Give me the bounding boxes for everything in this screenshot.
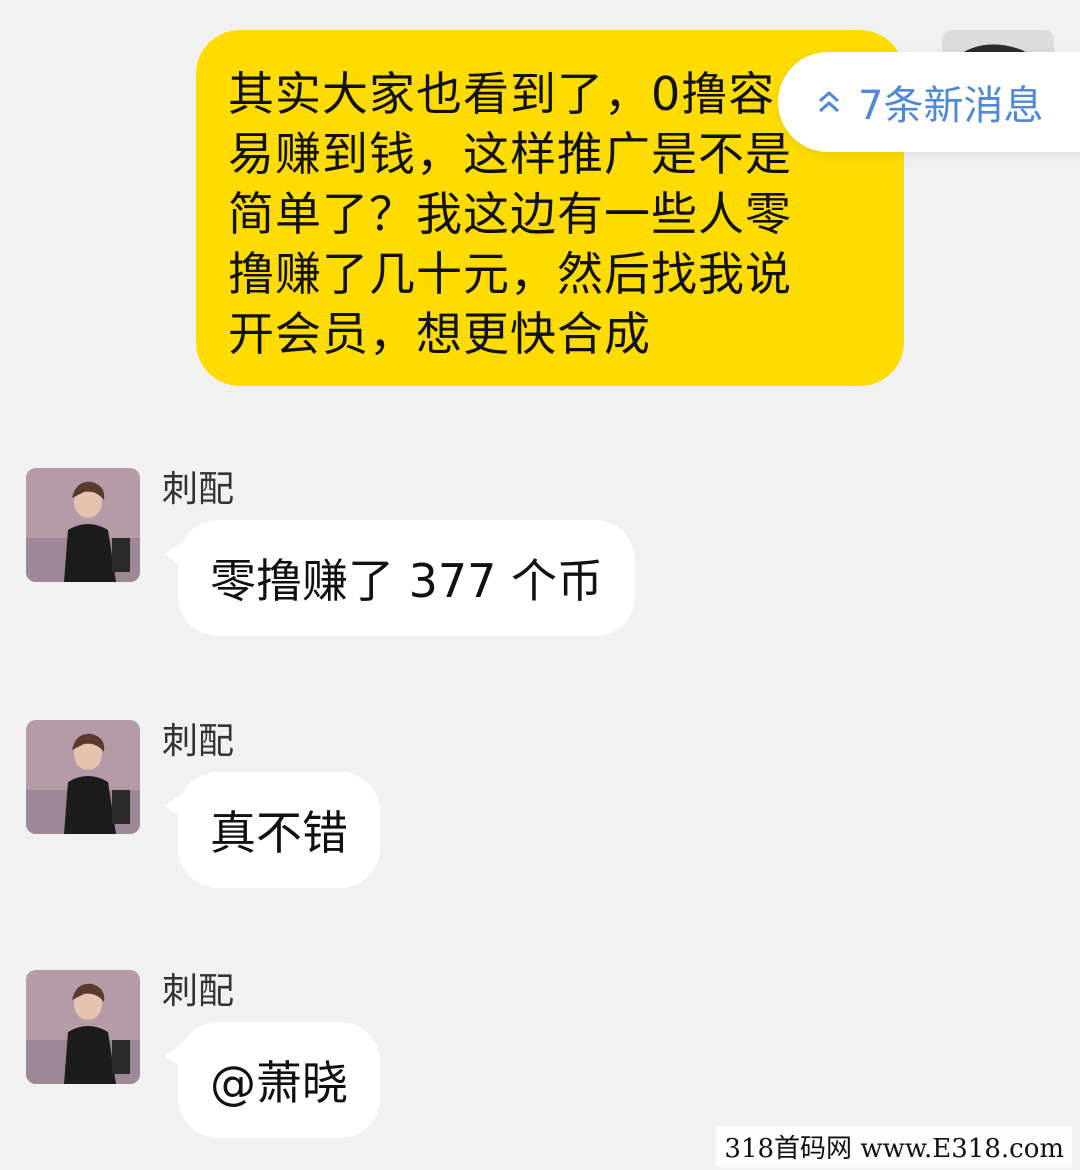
watermark: 318首码网 www.E318.com bbox=[716, 1126, 1072, 1167]
sender-avatar[interactable] bbox=[26, 468, 140, 582]
sender-avatar[interactable] bbox=[26, 720, 140, 834]
incoming-message-bubble[interactable]: 真不错 bbox=[164, 772, 380, 888]
chat-area: 其实大家也看到了，0撸容 易赚到钱，这样推广是不是 简单了？我这边有一些人零 撸… bbox=[0, 0, 1080, 1169]
new-messages-button[interactable]: 7条新消息 bbox=[778, 52, 1080, 152]
incoming-message: 刺配 零撸赚了 377 个币 bbox=[0, 468, 1080, 668]
sender-name: 刺配 bbox=[162, 721, 235, 762]
incoming-message-bubble[interactable]: @萧晓 bbox=[164, 1022, 380, 1138]
sender-avatar[interactable] bbox=[26, 970, 140, 1084]
sender-name: 刺配 bbox=[162, 469, 235, 510]
new-messages-label: 7条新消息 bbox=[858, 83, 1044, 129]
incoming-message: 刺配 真不错 bbox=[0, 720, 1080, 920]
sender-name: 刺配 bbox=[162, 971, 235, 1012]
incoming-message-bubble[interactable]: 零撸赚了 377 个币 bbox=[163, 520, 636, 636]
double-chevron-up-icon bbox=[819, 90, 839, 113]
